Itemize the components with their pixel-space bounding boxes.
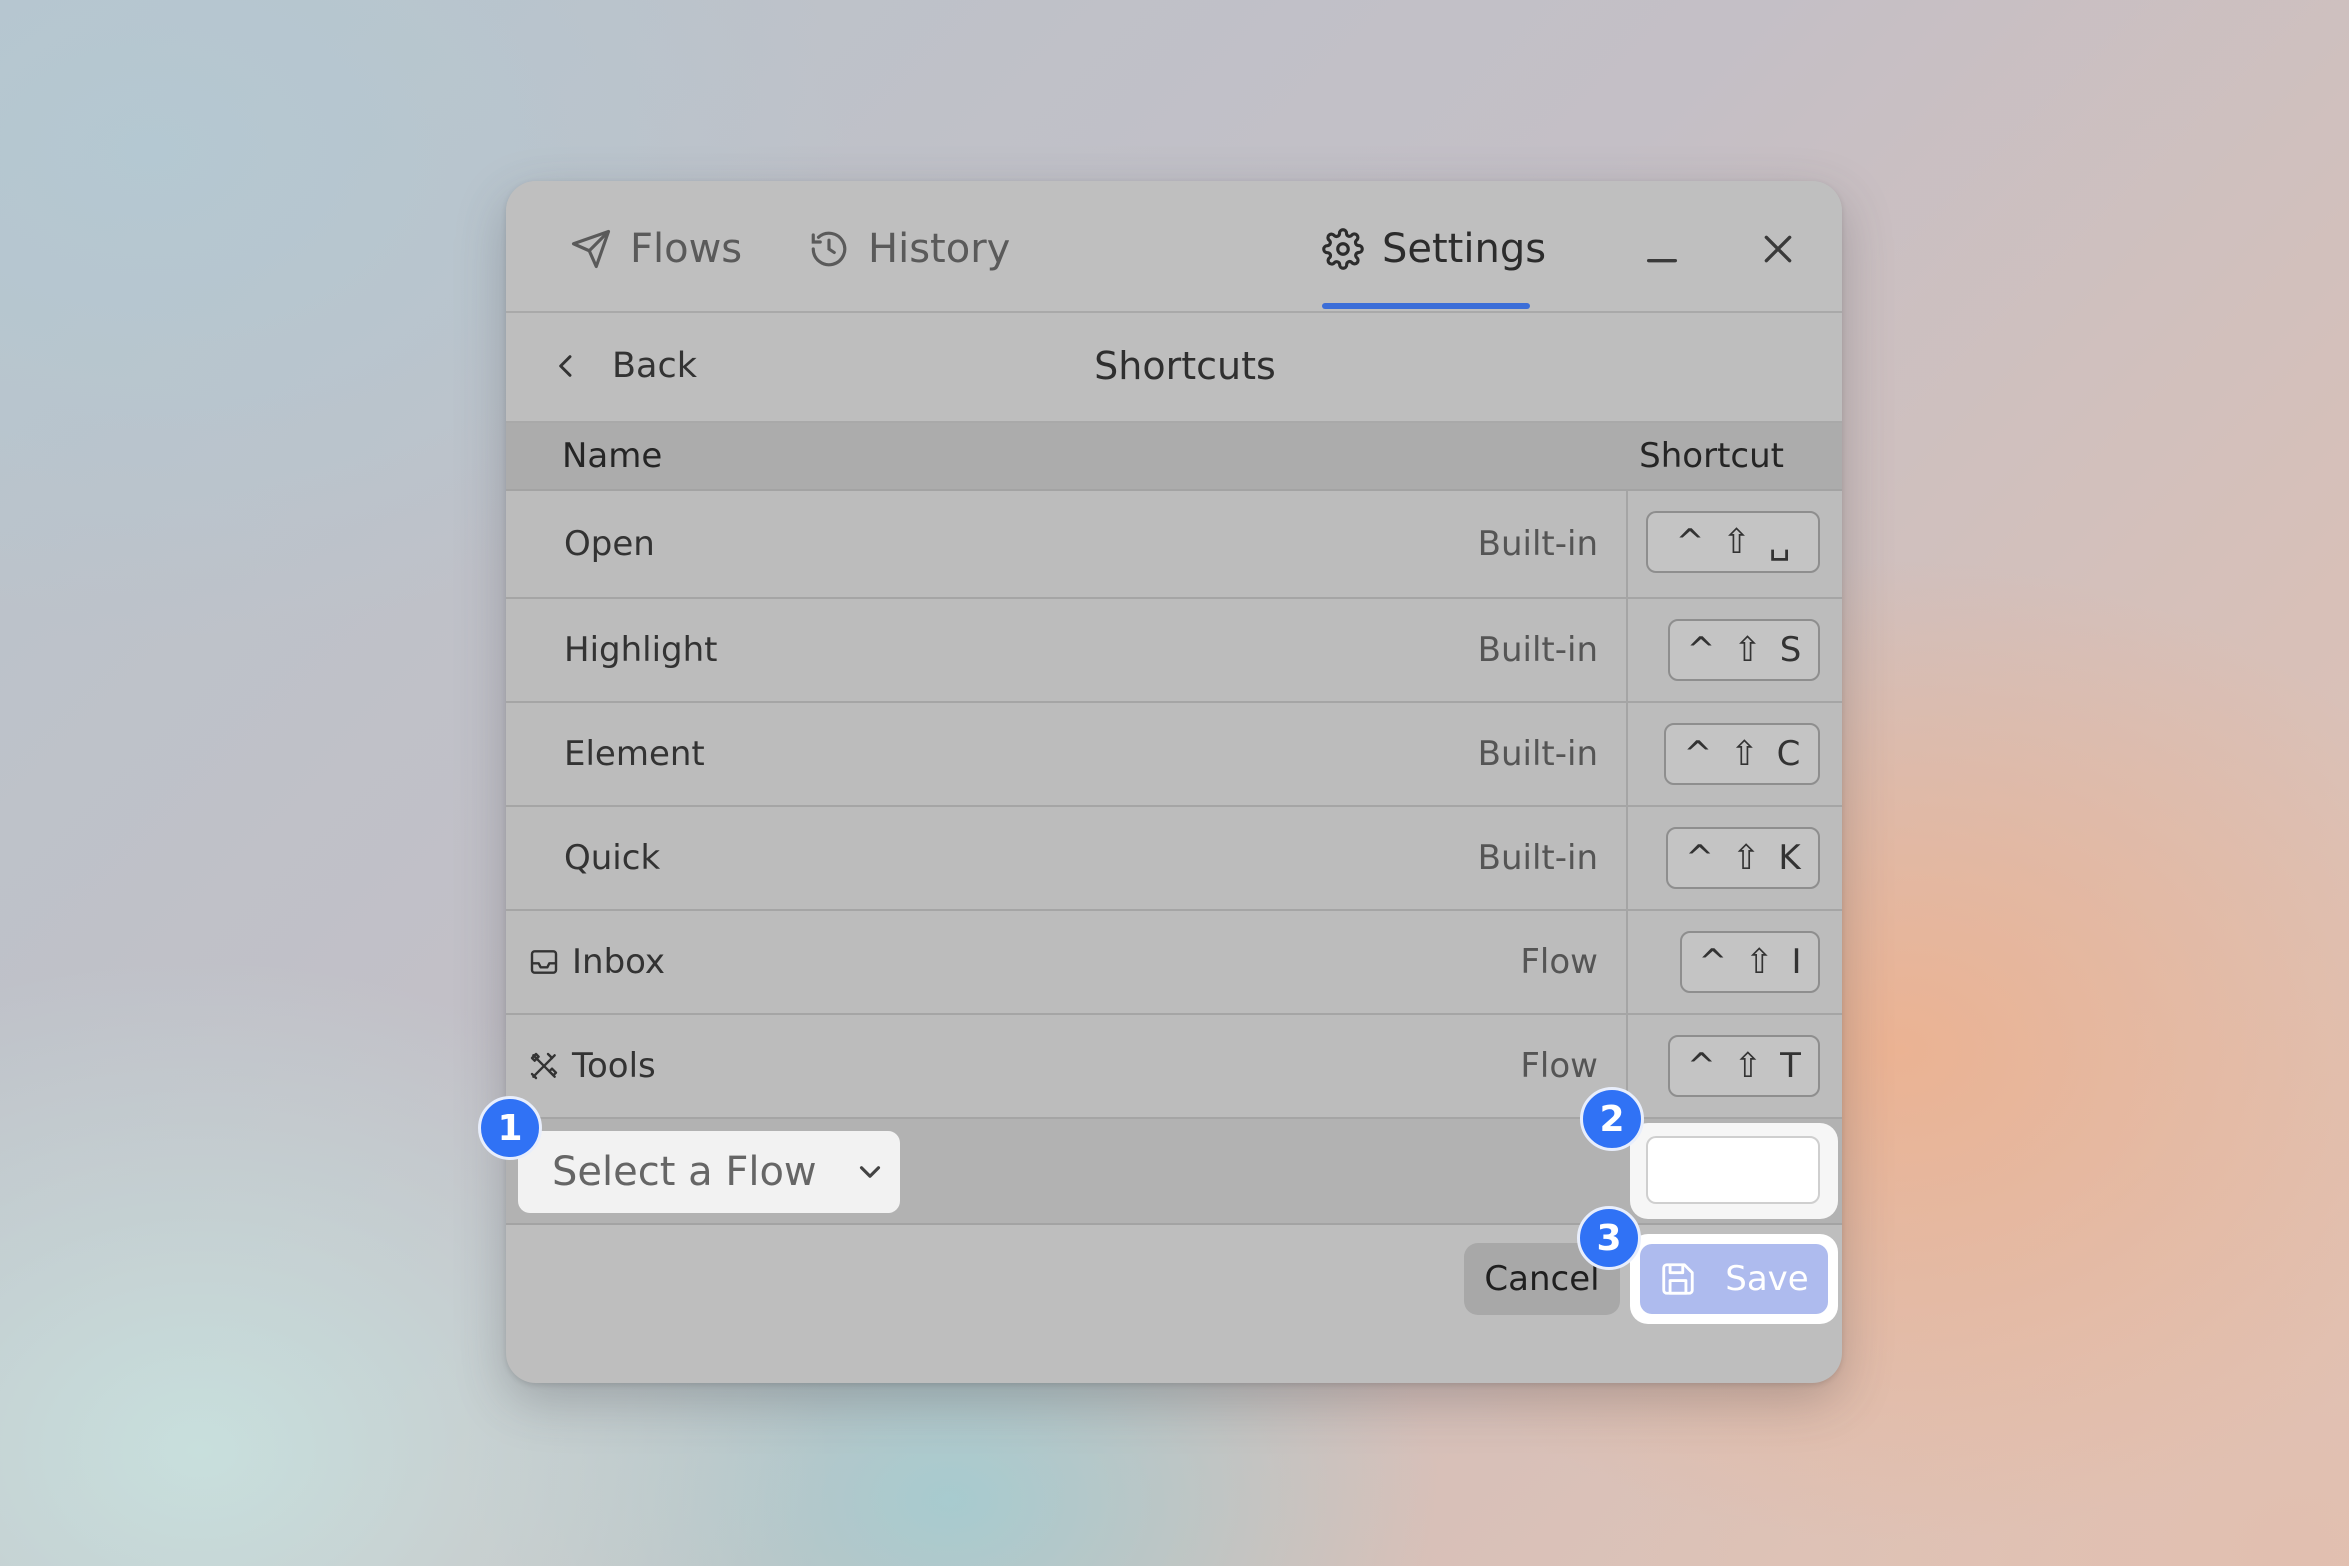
close-icon: [1764, 235, 1792, 263]
table-row[interactable]: Open Built-in ^ ⇧ ␣: [506, 491, 1842, 599]
shortcut-input[interactable]: [1646, 1136, 1820, 1204]
flow-select[interactable]: Select a Flow: [518, 1131, 900, 1213]
minimize-button[interactable]: [1630, 217, 1694, 281]
shortcut-name: Inbox: [528, 911, 665, 1013]
tab-flows[interactable]: Flows: [570, 219, 742, 279]
shortcut-type: Built-in: [1477, 630, 1598, 670]
table-row[interactable]: Tools Flow ^ ⇧ T: [506, 1015, 1842, 1119]
subheader: Back Shortcuts: [506, 313, 1842, 423]
table-header: Name Shortcut: [506, 423, 1842, 491]
shortcut-type: Built-in: [1477, 734, 1598, 774]
shortcut-name: Highlight: [564, 630, 718, 670]
step-badge-1: 1: [478, 1096, 542, 1160]
column-shortcut: Shortcut: [1639, 436, 1784, 476]
inbox-icon: [530, 950, 558, 974]
save-button[interactable]: Save: [1640, 1244, 1828, 1314]
table-row[interactable]: Highlight Built-in ^ ⇧ S: [506, 599, 1842, 703]
shortcut-name: Open: [564, 524, 655, 564]
gear-icon: [1322, 228, 1364, 270]
send-icon: [571, 229, 611, 269]
page-title: Shortcuts: [1094, 344, 1276, 388]
step-badge-3: 3: [1577, 1206, 1641, 1270]
shortcut-key[interactable]: ^ ⇧ S: [1668, 619, 1820, 681]
step-badge-2: 2: [1580, 1087, 1644, 1151]
shortcut-name: Quick: [564, 838, 661, 878]
column-name: Name: [562, 436, 663, 476]
shortcut-key[interactable]: ^ ⇧ ␣: [1646, 511, 1820, 573]
table-row[interactable]: Inbox Flow ^ ⇧ I: [506, 911, 1842, 1015]
minimize-icon: [1647, 259, 1677, 263]
table-row[interactable]: Quick Built-in ^ ⇧ K: [506, 807, 1842, 911]
close-button[interactable]: [1746, 217, 1810, 281]
shortcut-name: Element: [564, 734, 705, 774]
save-icon: [1662, 1263, 1694, 1295]
shortcut-type: Flow: [1520, 942, 1598, 982]
tab-history[interactable]: History: [808, 219, 1010, 279]
shortcut-type: Built-in: [1477, 524, 1598, 564]
shortcut-key[interactable]: ^ ⇧ T: [1668, 1035, 1820, 1097]
shortcut-key[interactable]: ^ ⇧ C: [1664, 723, 1820, 785]
tab-bar: Flows History Settings: [506, 181, 1842, 313]
shortcut-key[interactable]: ^ ⇧ K: [1666, 827, 1820, 889]
history-icon: [811, 231, 847, 267]
shortcuts-window: Flows History Settings Back Shortcuts Na…: [506, 181, 1842, 1383]
tab-settings[interactable]: Settings: [1322, 219, 1546, 279]
tools-icon: [530, 1052, 558, 1080]
shortcut-key[interactable]: ^ ⇧ I: [1680, 931, 1820, 993]
active-tab-indicator: [1322, 303, 1530, 309]
table-row[interactable]: Element Built-in ^ ⇧ C: [506, 703, 1842, 807]
shortcut-type: Built-in: [1477, 838, 1598, 878]
shortcut-name: Tools: [528, 1015, 656, 1117]
chevron-down-icon: [859, 1166, 880, 1178]
